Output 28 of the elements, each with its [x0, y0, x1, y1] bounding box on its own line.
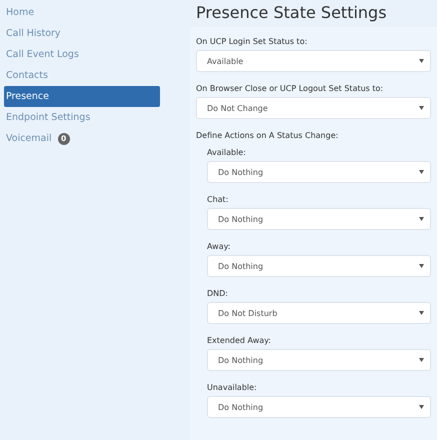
caret-icon [419, 264, 424, 268]
field-label: Available: [207, 148, 247, 157]
select-field[interactable]: Do Not Change [196, 97, 431, 119]
caret-icon [419, 405, 424, 409]
select-field[interactable]: Do Nothing [207, 208, 431, 230]
section-heading: Define Actions on A Status Change: [196, 131, 340, 140]
field-label: On Browser Close or UCP Logout Set Status to: [196, 84, 384, 93]
sidebar-item[interactable]: Presence [4, 86, 160, 107]
caret-icon [419, 106, 424, 110]
caret-icon [419, 217, 424, 221]
field-label: Unavailable: [207, 383, 258, 392]
sidebar-item-label: Voicemail [6, 133, 52, 144]
field-label: On UCP Login Set Status to: [196, 37, 308, 46]
select-field[interactable]: Do Nothing [207, 255, 431, 277]
caret-icon [419, 59, 424, 63]
caret-icon [419, 170, 424, 174]
select-field[interactable]: Available [196, 50, 431, 72]
caret-icon [419, 358, 424, 362]
field-label: Chat: [207, 195, 230, 204]
page-title: Presence State Settings [196, 3, 388, 24]
field-label: Extended Away: [207, 336, 272, 345]
field-label: DND: [207, 289, 229, 298]
select-field[interactable]: Do Not Disturb [207, 302, 431, 324]
field-label: Away: [207, 242, 232, 251]
caret-icon [419, 311, 424, 315]
select-field[interactable]: Do Nothing [207, 349, 431, 371]
select-field[interactable]: Do Nothing [207, 161, 431, 183]
select-field[interactable]: Do Nothing [207, 396, 431, 418]
